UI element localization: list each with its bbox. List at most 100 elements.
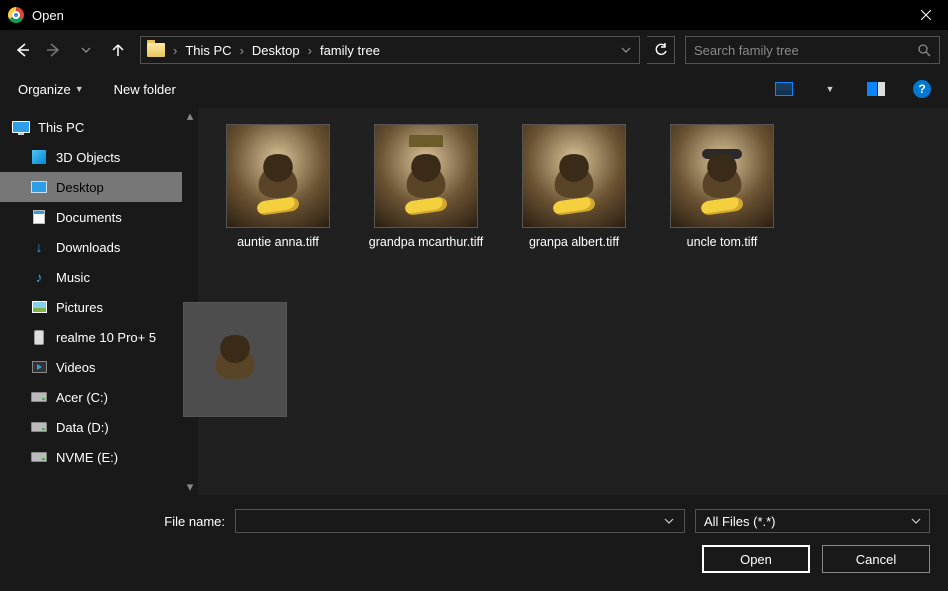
refresh-button[interactable]: [647, 36, 675, 64]
search-input[interactable]: [694, 43, 917, 58]
open-button[interactable]: Open: [702, 545, 810, 573]
refresh-icon: [654, 43, 668, 57]
tree-videos[interactable]: Videos: [0, 352, 182, 382]
chevron-down-icon[interactable]: [660, 516, 678, 526]
arrow-up-icon: [110, 42, 126, 58]
file-name: grandpa mcarthur.tiff: [369, 234, 483, 251]
file-thumbnail: [670, 124, 774, 228]
recent-dropdown[interactable]: [72, 36, 100, 64]
chevron-right-icon: ›: [238, 43, 246, 58]
file-item[interactable]: auntie anna.tiff: [208, 120, 348, 255]
address-bar[interactable]: › This PC › Desktop › family tree: [140, 36, 640, 64]
file-name: auntie anna.tiff: [237, 234, 319, 251]
drive-icon: [30, 419, 48, 435]
title-bar: Open: [0, 0, 948, 30]
file-name: uncle tom.tiff: [687, 234, 758, 251]
close-button[interactable]: [904, 0, 948, 30]
tree-phone[interactable]: realme 10 Pro+ 5: [0, 322, 182, 352]
scroll-thumb[interactable]: [183, 302, 287, 417]
scroll-track[interactable]: [182, 124, 198, 479]
cancel-button[interactable]: Cancel: [822, 545, 930, 573]
window-title: Open: [32, 8, 904, 23]
filename-input[interactable]: [242, 514, 660, 529]
thumbnails-icon: [775, 82, 793, 96]
tree-downloads[interactable]: ↓ Downloads: [0, 232, 182, 262]
arrow-right-icon: [45, 41, 63, 59]
drive-icon: [30, 389, 48, 405]
tree-drive-e[interactable]: NVME (E:): [0, 442, 182, 472]
search-box[interactable]: [685, 36, 940, 64]
chevron-right-icon: ›: [171, 43, 179, 58]
help-button[interactable]: ?: [908, 77, 936, 101]
tree-label: Music: [56, 270, 90, 285]
tree-this-pc[interactable]: This PC: [0, 112, 182, 142]
file-item[interactable]: uncle tom.tiff: [652, 120, 792, 255]
chevron-down-icon: [621, 45, 631, 55]
tree-label: Acer (C:): [56, 390, 108, 405]
new-folder-button[interactable]: New folder: [108, 78, 182, 101]
breadcrumb-this-pc[interactable]: This PC: [179, 43, 237, 58]
view-mode-button[interactable]: [770, 77, 798, 101]
file-item[interactable]: granpa albert.tiff: [504, 120, 644, 255]
tree-label: Documents: [56, 210, 122, 225]
pictures-icon: [30, 299, 48, 315]
tree-label: 3D Objects: [56, 150, 120, 165]
scroll-down-icon[interactable]: ▾: [182, 479, 198, 495]
tree-3d-objects[interactable]: 3D Objects: [0, 142, 182, 172]
preview-pane-button[interactable]: [862, 77, 890, 101]
tree-drive-d[interactable]: Data (D:): [0, 412, 182, 442]
download-icon: ↓: [30, 239, 48, 255]
file-name: granpa albert.tiff: [529, 234, 619, 251]
tree-label: Downloads: [56, 240, 120, 255]
breadcrumb-current[interactable]: family tree: [314, 43, 386, 58]
file-thumbnail: [522, 124, 626, 228]
file-thumbnail: [374, 124, 478, 228]
drive-icon: [30, 449, 48, 465]
address-dropdown[interactable]: [617, 45, 635, 55]
chevron-down-icon: [911, 516, 921, 526]
preview-pane-icon: [867, 82, 885, 96]
chevron-down-icon: [81, 45, 91, 55]
breadcrumb-desktop[interactable]: Desktop: [246, 43, 306, 58]
tree-label: Pictures: [56, 300, 103, 315]
tree-label: Videos: [56, 360, 96, 375]
tree-drive-c[interactable]: Acer (C:): [0, 382, 182, 412]
chevron-right-icon: ›: [306, 43, 314, 58]
caret-down-icon: ▼: [75, 84, 84, 94]
organize-label: Organize: [18, 82, 71, 97]
tree-label: Data (D:): [56, 420, 109, 435]
tree-label: NVME (E:): [56, 450, 118, 465]
forward-button[interactable]: [40, 36, 68, 64]
filename-combobox[interactable]: [235, 509, 685, 533]
video-icon: [30, 359, 48, 375]
cancel-button-label: Cancel: [856, 552, 896, 567]
open-button-label: Open: [740, 552, 772, 567]
tree-music[interactable]: ♪ Music: [0, 262, 182, 292]
view-dropdown[interactable]: ▼: [816, 77, 844, 101]
nav-tree: This PC 3D Objects Desktop Documents ↓ D…: [0, 108, 182, 476]
back-button[interactable]: [8, 36, 36, 64]
caret-down-icon: ▼: [826, 84, 835, 94]
tree-desktop[interactable]: Desktop: [0, 172, 182, 202]
scroll-up-icon[interactable]: ▴: [182, 108, 198, 124]
organize-menu[interactable]: Organize ▼: [12, 78, 90, 101]
file-item[interactable]: grandpa mcarthur.tiff: [356, 120, 496, 255]
tree-documents[interactable]: Documents: [0, 202, 182, 232]
search-icon: [917, 43, 931, 57]
help-icon: ?: [913, 80, 931, 98]
filter-label: All Files (*.*): [704, 514, 776, 529]
tree-pictures[interactable]: Pictures: [0, 292, 182, 322]
document-icon: [30, 209, 48, 225]
filename-label: File name:: [164, 514, 225, 529]
phone-icon: [30, 329, 48, 345]
file-thumbnail: [226, 124, 330, 228]
close-icon: [921, 10, 931, 20]
music-icon: ♪: [30, 269, 48, 285]
file-type-filter[interactable]: All Files (*.*): [695, 509, 930, 533]
pc-icon: [12, 119, 30, 135]
sidebar-scrollbar[interactable]: ▴ ▾: [182, 108, 198, 495]
cube-icon: [30, 149, 48, 165]
chrome-icon: [8, 7, 24, 23]
tree-label: This PC: [38, 120, 84, 135]
up-button[interactable]: [104, 36, 132, 64]
